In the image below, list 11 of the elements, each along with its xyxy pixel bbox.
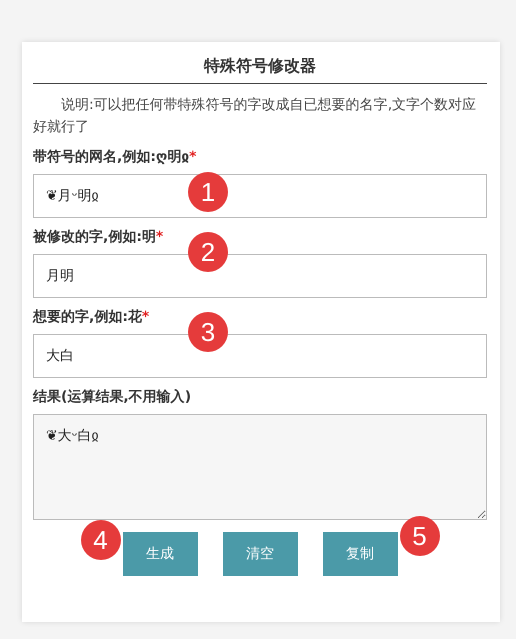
number-badge: 4: [80, 520, 120, 560]
field-label: 被修改的字,例如:明*: [33, 228, 164, 246]
number-badge: 2: [188, 232, 228, 272]
result-field[interactable]: ❦大ᵕ白ჲ: [33, 414, 487, 520]
description-text: 说明:可以把任何带特殊符号的字改成自已想要的名字,文字个数对应好就行了: [33, 96, 478, 137]
field-label: 结果(运算结果,不用输入): [33, 388, 192, 406]
field-label: 带符号的网名,例如:ღ明ჲ*: [33, 148, 196, 166]
number-badge: 5: [400, 516, 440, 556]
field-label: 想要的字,例如:花*: [33, 308, 150, 326]
page-title: 特殊符号修改器: [33, 52, 487, 84]
number-badge: 3: [188, 312, 228, 352]
